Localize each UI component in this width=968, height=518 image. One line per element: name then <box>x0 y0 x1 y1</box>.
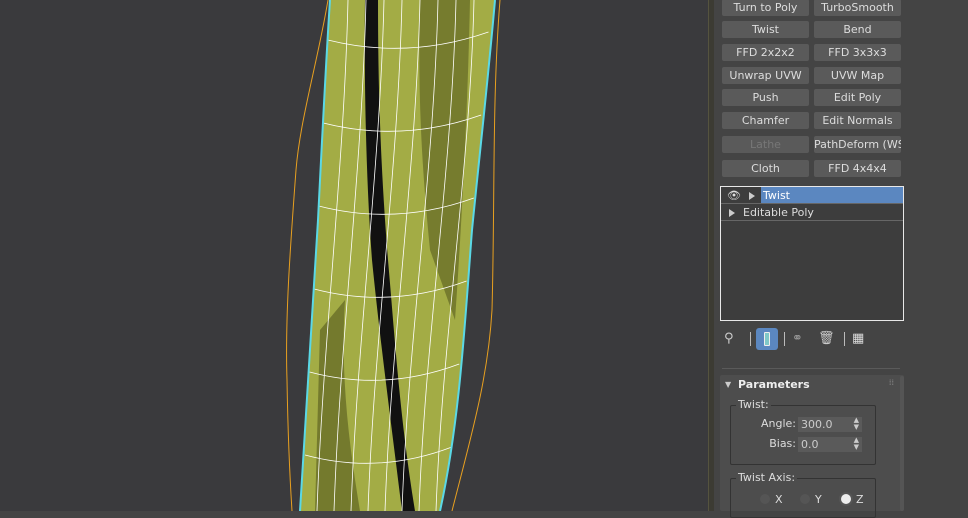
axis-y-radio[interactable] <box>800 494 810 504</box>
show-end-result-icon[interactable] <box>756 328 778 350</box>
collapse-arrow-icon[interactable]: ▼ <box>725 380 731 389</box>
spinner-arrows-icon[interactable]: ▲ ▼ <box>854 437 859 451</box>
remove-modifier-icon[interactable]: 🗑 <box>818 328 835 350</box>
modifier-button-ffd-3x3x3[interactable]: FFD 3x3x3 <box>814 44 901 61</box>
axis-x-radio[interactable] <box>760 494 770 504</box>
expand-arrow-icon[interactable] <box>749 192 755 200</box>
make-unique-icon[interactable]: ⚭ <box>792 328 810 350</box>
modifier-button-pathdeform-wsm[interactable]: PathDeform (WSM) <box>814 136 901 153</box>
modifier-button-push[interactable]: Push <box>722 89 809 106</box>
modifier-button-turn-to-poly[interactable]: Turn to Poly <box>722 0 809 16</box>
twisted-mesh-object[interactable] <box>0 0 708 511</box>
stack-item-editable-poly[interactable]: Editable Poly <box>721 204 903 221</box>
angle-spinner[interactable]: 300.0 ▲ ▼ <box>798 417 862 432</box>
modifier-button-turbosmooth[interactable]: TurboSmooth <box>814 0 901 16</box>
bias-spinner[interactable]: 0.0 ▲ ▼ <box>798 437 862 452</box>
viewport[interactable] <box>0 0 708 511</box>
modifier-button-lathe[interactable]: Lathe <box>722 136 809 153</box>
separator <box>784 332 785 346</box>
axis-z-radio[interactable] <box>841 494 851 504</box>
spinner-arrows-icon[interactable]: ▲ ▼ <box>854 417 859 431</box>
modifier-button-twist[interactable]: Twist <box>722 21 809 38</box>
splitter[interactable] <box>722 368 900 369</box>
rollout-scrollbar[interactable] <box>900 376 904 511</box>
expand-arrow-icon[interactable] <box>729 209 735 217</box>
modifier-button-cloth[interactable]: Cloth <box>722 160 809 177</box>
modifier-button-unwrap-uvw[interactable]: Unwrap UVW <box>722 67 809 84</box>
rollout-title[interactable]: Parameters <box>738 378 810 391</box>
stack-item-twist[interactable]: 👁 Twist <box>721 187 903 204</box>
configure-modifier-sets-icon[interactable]: ▦ <box>852 328 870 350</box>
modifier-button-ffd-2x2x2[interactable]: FFD 2x2x2 <box>722 44 809 61</box>
parameters-rollout: ▼ Parameters ⁞⁞ Twist: Angle: 300.0 ▲ ▼ Bi… <box>720 375 904 518</box>
modifier-stack[interactable]: 👁 Twist Editable Poly <box>720 186 904 321</box>
pin-stack-icon[interactable]: ⚲ <box>724 328 742 350</box>
eye-icon[interactable]: 👁 <box>727 187 741 204</box>
modifier-button-ffd-4x4x4[interactable]: FFD 4x4x4 <box>814 160 901 177</box>
separator <box>750 332 751 346</box>
command-panel: Turn to Poly TurboSmooth Twist Bend FFD 2x2x… <box>714 0 968 518</box>
drag-handle-icon[interactable]: ⁞⁞ <box>889 378 894 387</box>
separator <box>844 332 845 346</box>
modifier-button-uvw-map[interactable]: UVW Map <box>814 67 901 84</box>
modifier-button-edit-normals[interactable]: Edit Normals <box>814 112 901 129</box>
stack-toolbar: ⚲ ⚭ 🗑 ▦ <box>720 328 904 350</box>
modifier-button-edit-poly[interactable]: Edit Poly <box>814 89 901 106</box>
modifier-button-bend[interactable]: Bend <box>814 21 901 38</box>
modifier-button-chamfer[interactable]: Chamfer <box>722 112 809 129</box>
twist-group <box>730 405 876 465</box>
